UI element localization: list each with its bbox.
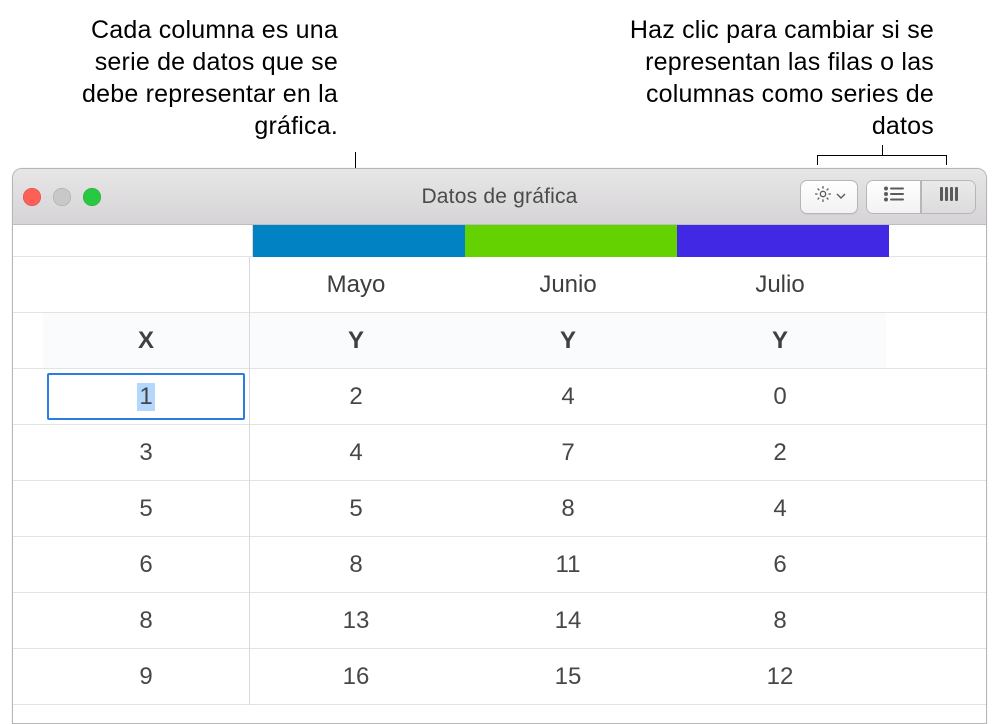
y-value-cell[interactable]: 6 [674,537,886,593]
series-label-spacer [43,257,250,313]
y-value-cell[interactable]: 8 [674,593,886,649]
x-axis-header[interactable]: X [43,313,250,369]
y-axis-header[interactable]: Y [462,313,674,369]
y-value-cell[interactable]: 13 [250,593,462,649]
table-row: 813148 [13,593,986,649]
window-zoom-button[interactable] [83,188,101,206]
extra-column [886,425,986,481]
data-rows: 124034725584681168131489161512 [13,369,986,705]
y-value-cell[interactable]: 2 [674,425,886,481]
extra-column [886,257,986,313]
y-value-cell[interactable]: 8 [462,481,674,537]
row-gutter [13,537,43,593]
table-row: 9161512 [13,649,986,705]
callout-series-toggle: Haz clic para cambiar si se representan … [604,14,934,142]
series-label[interactable]: Junio [462,257,674,313]
columns-icon [938,185,960,208]
row-gutter [13,481,43,537]
series-label[interactable]: Mayo [250,257,462,313]
chevron-down-icon [836,188,846,206]
y-value-cell[interactable]: 8 [250,537,462,593]
series-color-band[interactable] [253,225,465,257]
y-value-cell[interactable]: 5 [250,481,462,537]
series-color-band[interactable] [465,225,677,257]
callout-column-series: Cada columna es una serie de datos que s… [48,14,338,142]
series-color-bands [13,225,986,257]
y-value-cell[interactable]: 14 [462,593,674,649]
axis-header-row: X Y Y Y [13,313,986,369]
table-row: 3472 [13,425,986,481]
series-color-band[interactable] [677,225,889,257]
row-gutter [13,257,43,313]
y-value-cell[interactable]: 15 [462,649,674,705]
extra-column [886,481,986,537]
x-value-cell[interactable]: 1 [43,369,250,425]
extra-column [886,369,986,425]
y-value-cell[interactable]: 0 [674,369,886,425]
y-value-cell[interactable]: 4 [250,425,462,481]
row-gutter [13,649,43,705]
y-value-cell[interactable]: 4 [462,369,674,425]
row-gutter [13,313,43,369]
table-row: 1 240 [13,369,986,425]
y-value-cell[interactable]: 2 [250,369,462,425]
extra-column [886,537,986,593]
callout-bracket [817,155,947,165]
table-row: 5584 [13,481,986,537]
row-gutter [13,593,43,649]
window-titlebar: Datos de gráfica [13,169,986,225]
y-axis-header[interactable]: Y [674,313,886,369]
y-value-cell[interactable]: 11 [462,537,674,593]
settings-menu-button[interactable] [800,180,858,214]
extra-column [886,313,986,369]
y-value-cell[interactable]: 12 [674,649,886,705]
toolbar [800,180,976,214]
row-header-gutter [13,225,43,257]
y-value-cell[interactable]: 16 [250,649,462,705]
x-value-cell[interactable]: 5 [43,481,250,537]
series-label[interactable]: Julio [674,257,886,313]
x-value-cell[interactable]: 9 [43,649,250,705]
extra-column [886,649,986,705]
x-value-cell[interactable]: 3 [43,425,250,481]
extra-column [889,225,987,257]
y-value-cell[interactable]: 4 [674,481,886,537]
data-table: Mayo Junio Julio X Y Y Y 124034725584681… [13,225,986,705]
series-label-row: Mayo Junio Julio [13,257,986,313]
table-row: 68116 [13,537,986,593]
selected-cell-text: 1 [137,383,154,411]
gear-icon [813,184,833,209]
window-close-button[interactable] [23,188,41,206]
y-value-cell[interactable]: 7 [462,425,674,481]
x-value-cell[interactable]: 6 [43,537,250,593]
rows-icon [882,185,906,208]
window-title: Datos de gráfica [421,185,577,209]
x-value-cell[interactable]: 8 [43,593,250,649]
color-band-spacer [43,225,253,257]
chart-data-window: Datos de gráfica [12,168,987,724]
extra-column [886,593,986,649]
plot-columns-button[interactable] [921,180,976,214]
y-axis-header[interactable]: Y [250,313,462,369]
row-gutter [13,425,43,481]
row-gutter [13,369,43,425]
window-traffic-lights [23,188,101,206]
series-orientation-toggle [866,180,976,214]
plot-rows-button[interactable] [866,180,921,214]
window-minimize-button[interactable] [53,188,71,206]
